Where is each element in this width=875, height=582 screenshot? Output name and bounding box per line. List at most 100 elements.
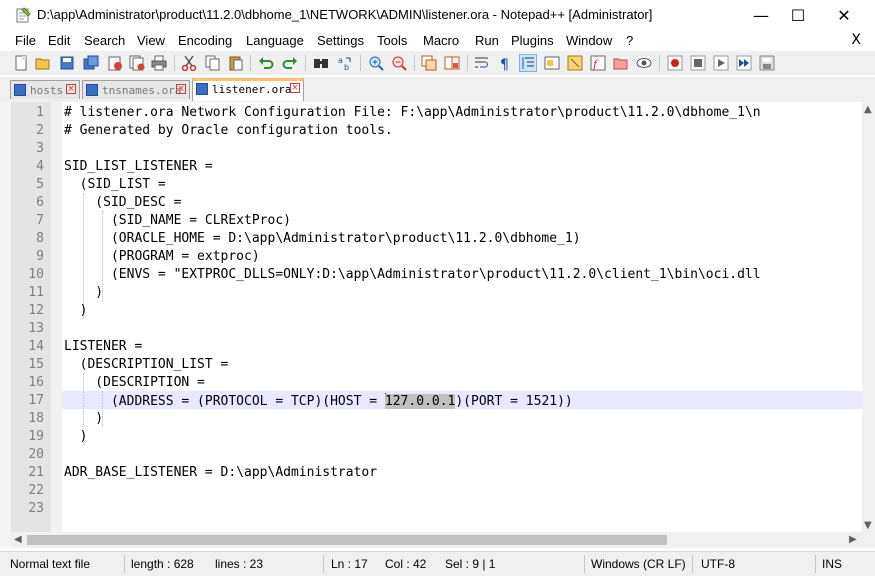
code-line: (ORACLE_HOME = D:\app\Administrator\prod… — [64, 231, 581, 246]
status-separator — [124, 555, 125, 573]
line-number: 8 — [36, 231, 44, 246]
status-eol-format[interactable]: Windows (CR LF) — [591, 557, 686, 571]
show-all-characters-icon[interactable]: ¶ — [497, 55, 513, 71]
menu-run[interactable]: Run — [475, 33, 499, 48]
menu-bar: File Edit Search View Encoding Language … — [0, 31, 875, 51]
menu-tools[interactable]: Tools — [377, 33, 407, 48]
menu-encoding[interactable]: Encoding — [178, 33, 232, 48]
tab-close-icon[interactable]: × — [290, 83, 300, 93]
record-macro-icon[interactable] — [667, 55, 683, 71]
document-map-icon[interactable] — [567, 55, 583, 71]
stop-recording-icon[interactable] — [690, 55, 706, 71]
tab-tnsnames[interactable]: tnsnames.ora × — [82, 80, 190, 99]
menu-macro[interactable]: Macro — [423, 33, 459, 48]
close-all-icon[interactable] — [129, 55, 145, 71]
find-icon[interactable] — [313, 55, 329, 71]
scroll-left-arrow-icon[interactable]: ◀ — [14, 534, 22, 545]
vertical-scrollbar[interactable]: ▲ ▼ — [862, 102, 875, 548]
sync-horizontal-icon[interactable] — [444, 55, 460, 71]
window-title: D:\app\Administrator\product\11.2.0\dbho… — [37, 7, 653, 22]
copy-icon[interactable] — [205, 55, 221, 71]
status-separator — [815, 555, 816, 573]
toolbar: ab ¶ f — [0, 51, 875, 75]
menu-window[interactable]: Window — [566, 33, 612, 48]
scroll-right-arrow-icon[interactable]: ▶ — [849, 534, 857, 545]
save-all-icon[interactable] — [83, 55, 99, 71]
line-number: 14 — [28, 339, 44, 354]
open-file-icon[interactable] — [35, 55, 51, 71]
status-separator — [584, 555, 585, 573]
status-encoding[interactable]: UTF-8 — [701, 557, 735, 571]
sync-vertical-icon[interactable] — [421, 55, 437, 71]
cut-icon[interactable] — [181, 55, 197, 71]
code-line: ) — [64, 303, 88, 318]
code-line: ) — [64, 285, 104, 300]
menu-language[interactable]: Language — [246, 33, 304, 48]
status-insert-mode[interactable]: INS — [822, 557, 842, 571]
status-separator — [692, 555, 693, 573]
horizontal-scrollbar[interactable]: ◀ ▶ — [11, 532, 862, 548]
line-number: 20 — [28, 447, 44, 462]
close-file-icon[interactable] — [107, 55, 123, 71]
playback-macro-icon[interactable] — [713, 55, 729, 71]
folder-as-workspace-icon[interactable] — [613, 55, 629, 71]
word-wrap-icon[interactable] — [474, 55, 490, 71]
svg-text:a: a — [338, 56, 343, 65]
status-bar: Normal text file length : 628 lines : 23… — [0, 551, 875, 576]
close-document-button[interactable]: X — [851, 32, 861, 48]
code-line: ) — [64, 429, 88, 444]
menu-settings[interactable]: Settings — [317, 33, 364, 48]
monitoring-icon[interactable] — [636, 55, 652, 71]
line-number: 6 — [36, 195, 44, 210]
undo-icon[interactable] — [258, 55, 274, 71]
line-number: 5 — [36, 177, 44, 192]
replace-icon[interactable]: ab — [337, 55, 353, 71]
new-file-icon[interactable] — [13, 55, 29, 71]
indent-guide-icon[interactable] — [519, 54, 537, 72]
user-defined-language-icon[interactable] — [544, 55, 560, 71]
zoom-out-icon[interactable] — [391, 55, 407, 71]
paste-icon[interactable] — [228, 55, 244, 71]
tab-hosts[interactable]: hosts × — [10, 80, 80, 99]
tab-label: tnsnames.ora — [102, 84, 182, 97]
menu-search[interactable]: Search — [84, 33, 125, 48]
status-separator — [323, 555, 324, 573]
tab-listener[interactable]: listener.ora × — [192, 78, 304, 101]
menu-help[interactable]: ? — [626, 33, 633, 48]
tab-label: hosts — [30, 84, 64, 97]
status-selection: Sel : 9 | 1 — [445, 557, 496, 571]
maximize-button[interactable]: ☐ — [775, 0, 821, 31]
menu-view[interactable]: View — [137, 33, 165, 48]
close-window-button[interactable]: ✕ — [821, 0, 867, 31]
zoom-in-icon[interactable] — [368, 55, 384, 71]
tab-close-icon[interactable]: × — [66, 84, 76, 94]
code-text-after-selection: )(PORT = 1521)) — [455, 394, 573, 409]
redo-icon[interactable] — [282, 55, 298, 71]
code-line: LISTENER = — [64, 339, 143, 354]
editor-area[interactable]: 1 2 3 4 5 6 7 8 9 10 11 12 13 14 15 16 17 18 19 20 21 22 23 # … — [11, 102, 862, 532]
scroll-up-arrow-icon[interactable]: ▲ — [864, 104, 872, 115]
left-edge — [0, 102, 11, 548]
run-macro-multiple-icon[interactable] — [736, 55, 752, 71]
notepadpp-app-icon — [16, 7, 31, 23]
line-number: 10 — [28, 267, 44, 282]
horizontal-scroll-thumb[interactable] — [27, 535, 667, 545]
code-line: (PROGRAM = extproc) — [64, 249, 260, 264]
code-line: (ADDRESS = (PROTOCOL = TCP)(HOST = 127.0… — [64, 393, 573, 409]
status-column: Col : 42 — [385, 557, 427, 571]
save-macro-icon[interactable] — [759, 55, 775, 71]
scroll-down-arrow-icon[interactable]: ▼ — [864, 520, 872, 531]
save-icon[interactable] — [59, 55, 75, 71]
menu-plugins[interactable]: Plugins — [511, 33, 554, 48]
function-list-icon[interactable]: f — [590, 55, 606, 71]
print-icon[interactable] — [151, 55, 167, 71]
title-bar: D:\app\Administrator\product\11.2.0\dbho… — [0, 0, 875, 31]
tab-bar: hosts × tnsnames.ora × listener.ora × — [0, 77, 875, 102]
code-line: SID_LIST_LISTENER = — [64, 159, 213, 174]
menu-file[interactable]: File — [15, 33, 36, 48]
line-number: 9 — [36, 249, 44, 264]
menu-edit[interactable]: Edit — [48, 33, 70, 48]
tab-close-icon[interactable]: × — [176, 84, 186, 94]
code-line: # listener.ora Network Configuration Fil… — [64, 105, 761, 120]
line-number: 4 — [36, 159, 44, 174]
